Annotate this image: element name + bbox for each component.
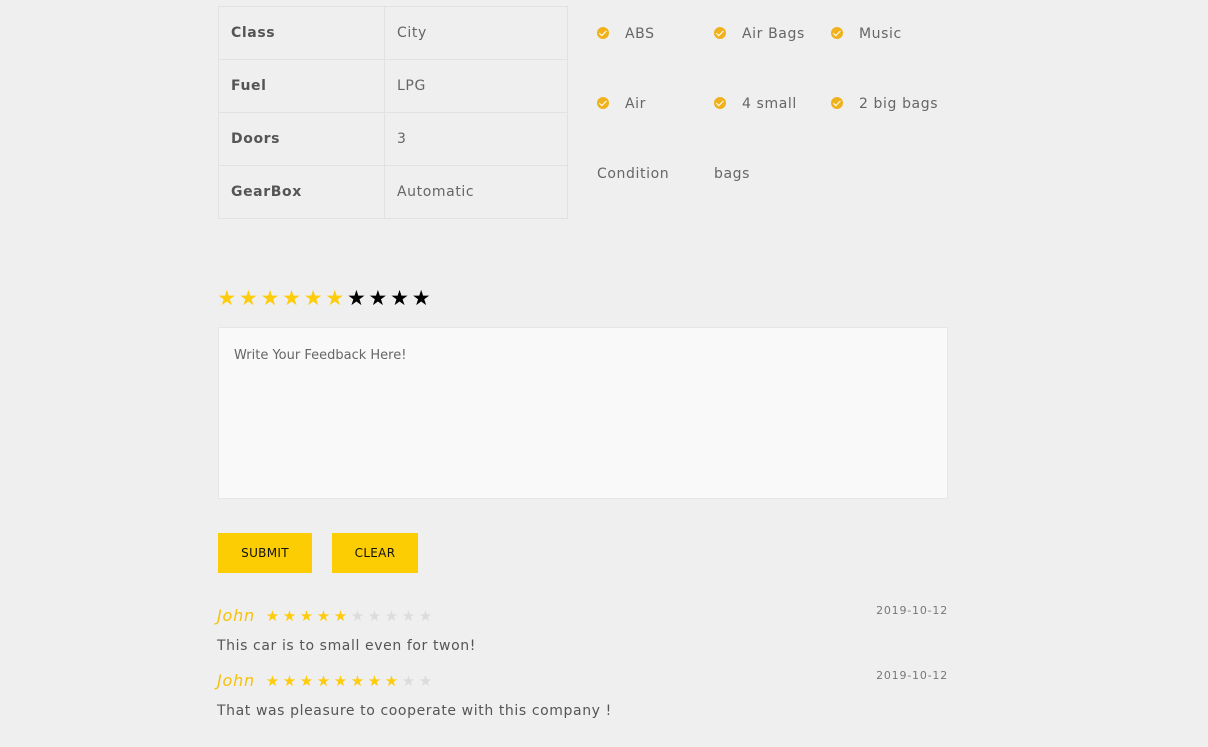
check-circle-icon bbox=[714, 27, 726, 39]
spec-row: GearBox Automatic bbox=[218, 165, 568, 219]
feature-label: 4 small bbox=[742, 96, 797, 112]
feature-item: 2 big bags bbox=[831, 96, 938, 112]
spec-label: GearBox bbox=[218, 165, 385, 219]
spec-label: Class bbox=[218, 6, 385, 60]
review-rating: ★ ★ ★ ★ ★ ★ ★ ★ ★ ★ bbox=[264, 606, 434, 626]
star-icon: ★ bbox=[282, 607, 297, 625]
star-icon[interactable]: ★ bbox=[216, 284, 238, 312]
star-icon: ★ bbox=[265, 607, 280, 625]
star-icon: ★ bbox=[367, 607, 382, 625]
spec-value: City bbox=[384, 6, 568, 60]
star-icon: ★ bbox=[350, 672, 365, 690]
spec-table: Class City Fuel LPG Doors 3 GearBox Auto… bbox=[218, 6, 568, 219]
star-icon: ★ bbox=[299, 672, 314, 690]
spec-value: LPG bbox=[384, 59, 568, 113]
star-icon[interactable]: ★ bbox=[410, 284, 432, 312]
star-icon[interactable]: ★ bbox=[367, 284, 389, 312]
feature-label: ABS bbox=[625, 26, 655, 42]
star-icon: ★ bbox=[384, 607, 399, 625]
star-icon: ★ bbox=[401, 607, 416, 625]
star-icon[interactable]: ★ bbox=[259, 284, 281, 312]
feature-label: 2 big bags bbox=[859, 96, 939, 112]
review-date: 2019-10-12 bbox=[876, 604, 948, 617]
feature-item: ABS bbox=[597, 26, 655, 42]
spec-row: Class City bbox=[218, 6, 568, 60]
star-icon: ★ bbox=[401, 672, 416, 690]
review-author: John bbox=[217, 606, 255, 625]
feature-item: Air Condition bbox=[597, 96, 669, 182]
check-circle-icon bbox=[831, 27, 843, 39]
star-icon[interactable]: ★ bbox=[389, 284, 411, 312]
feature-label: Air Bags bbox=[742, 26, 805, 42]
star-icon: ★ bbox=[265, 672, 280, 690]
review-text: This car is to small even for twon! bbox=[217, 638, 476, 654]
star-icon[interactable]: ★ bbox=[238, 284, 260, 312]
star-icon[interactable]: ★ bbox=[346, 284, 368, 312]
spec-label: Doors bbox=[218, 112, 385, 166]
feature-label-continuation: bags bbox=[714, 166, 751, 182]
spec-row: Doors 3 bbox=[218, 112, 568, 166]
spec-value: Automatic bbox=[384, 165, 568, 219]
star-icon[interactable]: ★ bbox=[324, 284, 346, 312]
review-author: John bbox=[217, 671, 255, 690]
feature-label-continuation: Condition bbox=[597, 166, 670, 182]
check-circle-icon bbox=[714, 97, 726, 109]
star-icon[interactable]: ★ bbox=[302, 284, 324, 312]
star-icon: ★ bbox=[316, 672, 331, 690]
submit-button[interactable]: SUBMIT bbox=[218, 533, 312, 573]
check-circle-icon bbox=[597, 97, 609, 109]
star-icon: ★ bbox=[333, 672, 348, 690]
spec-label: Fuel bbox=[218, 59, 385, 113]
feature-item: 4 small bags bbox=[714, 96, 797, 182]
star-icon: ★ bbox=[384, 672, 399, 690]
spec-value: 3 bbox=[384, 112, 568, 166]
feature-label: Air bbox=[625, 96, 647, 112]
star-icon: ★ bbox=[350, 607, 365, 625]
rating-input[interactable]: ★ ★ ★ ★ ★ ★ ★ ★ ★ ★ bbox=[216, 284, 432, 312]
star-icon: ★ bbox=[367, 672, 382, 690]
star-icon: ★ bbox=[282, 672, 297, 690]
star-icon: ★ bbox=[333, 607, 348, 625]
review-rating: ★ ★ ★ ★ ★ ★ ★ ★ ★ ★ bbox=[264, 671, 434, 691]
spec-row: Fuel LPG bbox=[218, 59, 568, 113]
review-date: 2019-10-12 bbox=[876, 669, 948, 682]
feedback-textarea[interactable] bbox=[218, 327, 948, 499]
feature-item: Music bbox=[831, 26, 902, 42]
car-detail-page: Class City Fuel LPG Doors 3 GearBox Auto… bbox=[0, 0, 1208, 747]
star-icon: ★ bbox=[316, 607, 331, 625]
review-text: That was pleasure to cooperate with this… bbox=[217, 703, 612, 719]
feature-label: Music bbox=[859, 26, 902, 42]
feature-item: Air Bags bbox=[714, 26, 805, 42]
star-icon: ★ bbox=[418, 607, 433, 625]
check-circle-icon bbox=[831, 97, 843, 109]
star-icon: ★ bbox=[418, 672, 433, 690]
star-icon: ★ bbox=[299, 607, 314, 625]
clear-button[interactable]: CLEAR bbox=[332, 533, 418, 573]
star-icon[interactable]: ★ bbox=[281, 284, 303, 312]
check-circle-icon bbox=[597, 27, 609, 39]
